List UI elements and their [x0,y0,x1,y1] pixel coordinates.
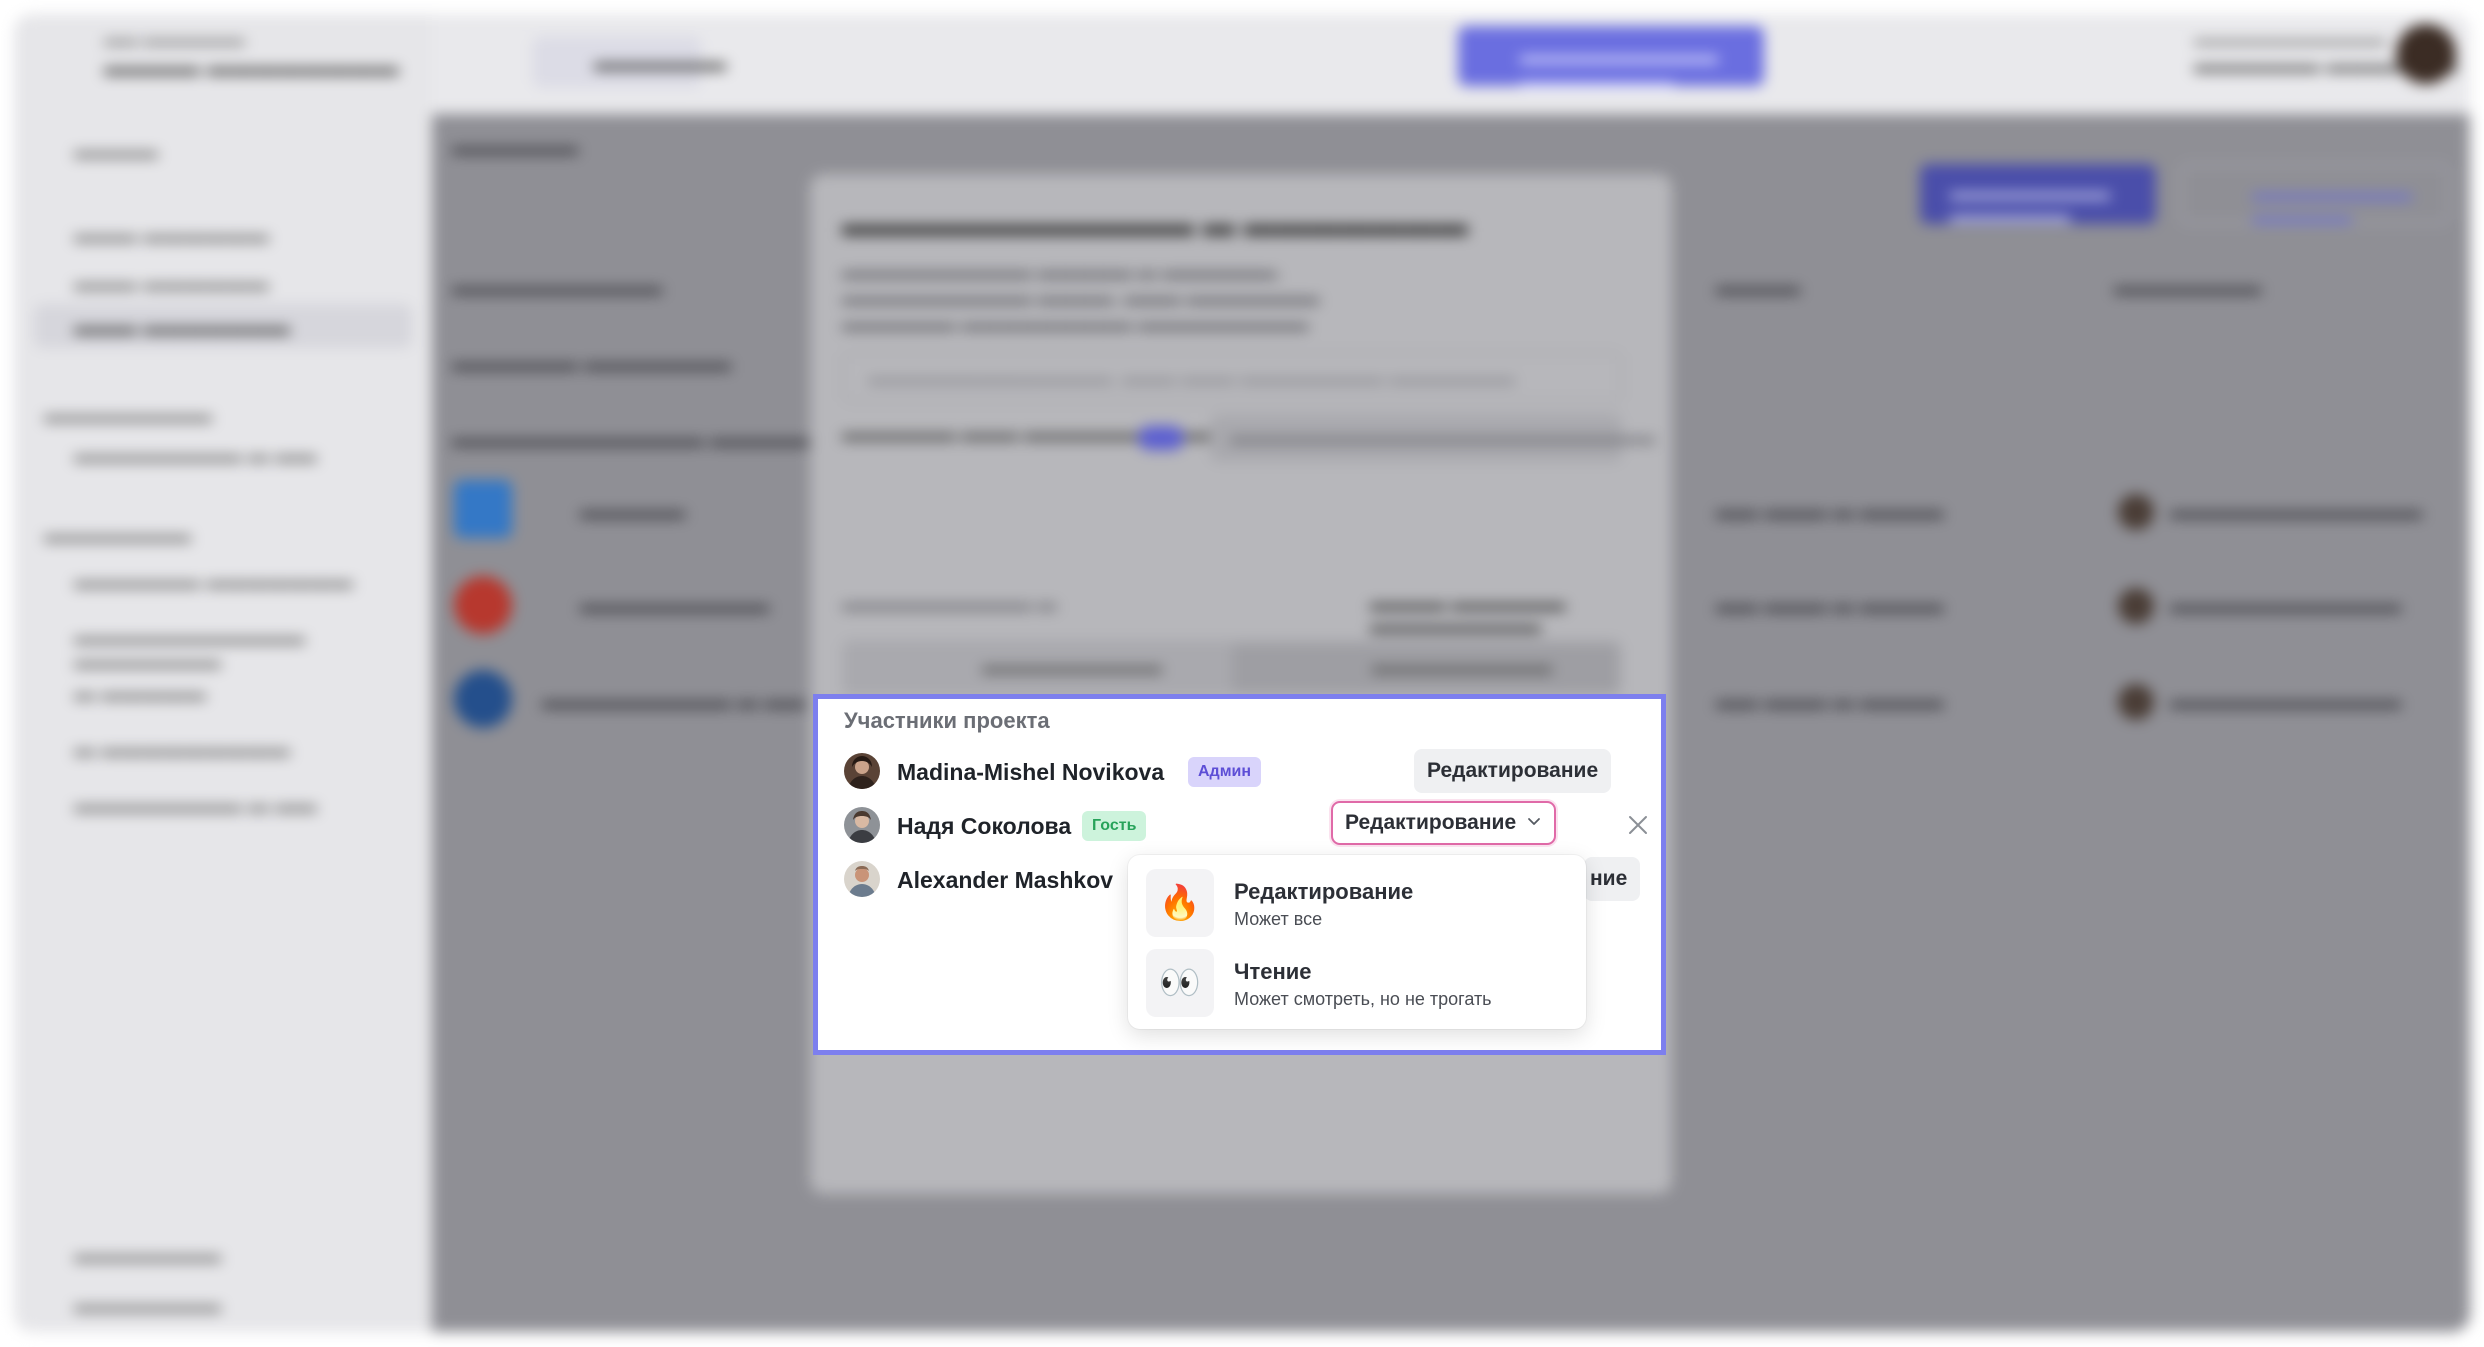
role-label: Редактирование [1414,749,1612,793]
role-label-partial: ние [1584,857,1641,901]
admin-badge: Админ [1188,757,1262,787]
member-name: Надя Соколова [897,813,1072,839]
member-row: Надя Соколова Гость Редактирование [844,801,1654,845]
user-avatar[interactable] [2396,24,2456,84]
column-header: ▬▬▬▬ [1716,276,1800,299]
member-row: Madina-Mishel Novikova Админ Редактирова… [844,749,1654,793]
owner-avatar [2118,494,2154,530]
sidebar: ▬▬ ▬▬▬▬▬▬ ▬▬▬▬ ▬▬▬▬▬▬▬▬ ▬▬▬▬ ▬▬▬ ▬▬▬▬▬▬ … [14,14,432,1332]
panel-title: Участники проекта [844,708,1050,733]
role-dropdown-menu: 🔥 Редактирование Может все 👀 Чтение Може… [1128,855,1586,1029]
member-name: Alexander Mashkov [897,867,1114,893]
member-name: Madina-Mishel Novikova [897,759,1165,785]
sidebar-item[interactable]: ▬▬▬ ▬▬▬▬▬▬ [74,224,269,248]
share-label: ▬▬▬▬▬▬▬▬▬▬ ▬ [842,594,1057,615]
visibility-segmented-control[interactable]: ▬▬▬▬▬▬▬▬▬ ▬▬▬▬▬▬▬▬▬ [842,640,1622,696]
group-title: ▬▬▬▬▬▬ ▬▬▬▬▬▬▬ [452,352,731,375]
workspace-plan: ▬▬ ▬▬▬▬▬▬ [104,30,245,49]
add-folder-button[interactable]: ▬▬▬▬▬▬▬▬ ▬▬▬▬▬ [2180,164,2450,228]
sidebar-item[interactable]: ▬▬▬▬▬▬▬▬▬▬▬ ▬▬▬▬▬▬▬ [74,626,432,674]
user-email: ▬▬▬▬▬▬▬▬▬▬▬▬ [2194,32,2386,49]
sidebar-item[interactable]: ▬▬▬▬▬▬▬▬ ▬ ▬▬ [74,794,317,818]
column-header: ▬▬▬▬▬▬▬▬▬▬ [452,276,662,299]
segment-public[interactable]: ▬▬▬▬▬▬▬▬▬ [982,656,1162,679]
background-app: ▬▬ ▬▬▬▬▬▬ ▬▬▬▬ ▬▬▬▬▬▬▬▬ ▬▬▬▬ ▬▬▬ ▬▬▬▬▬▬ … [14,14,2470,1332]
remove-member-icon[interactable] [1624,811,1652,839]
owner-avatar [2118,684,2154,720]
sidebar-item[interactable]: ▬▬▬▬▬▬▬ [74,1294,221,1318]
row-date: ▬▬ ▬▬▬ ▬ ▬▬▬▬ [1716,690,1944,713]
sidebar-item-active[interactable]: ▬▬▬ ▬▬▬▬▬▬▬ [74,316,290,340]
chevron-down-icon [1526,803,1542,843]
sidebar-item[interactable]: ▬▬▬▬▬▬▬▬ ▬ ▬▬ [74,444,317,468]
sidebar-section: ▬▬▬▬▬▬▬▬ [44,404,212,427]
segment-private[interactable]: ▬▬▬▬▬▬▬▬▬ [1372,656,1552,679]
avatar [844,807,880,843]
project-name[interactable]: ▬▬▬▬▬▬▬▬▬ ▬ ▬▬ [542,690,806,714]
modal-description: ▬▬▬▬▬▬▬▬▬▬ ▬▬▬▬▬ ▬ ▬▬▬▬▬▬, ▬▬▬▬▬▬▬▬▬▬ ▬▬… [842,262,1320,335]
role-option-edit[interactable]: 🔥 Редактирование Может все [1146,869,1566,937]
role-select-value: Редактирование [1345,811,1517,834]
project-icon [454,576,512,634]
role-option-title: Чтение [1234,959,1312,984]
sidebar-item[interactable]: ▬▬▬▬▬▬▬ [74,1244,221,1268]
invite-input[interactable]: ▬▬▬▬▬▬ ▬▬ ▬▬▬▬▬, ▬▬▬ ▬▬▬ ▬▬▬▬▬▬▬▬ ▬▬▬▬▬▬… [842,352,1622,402]
row-date: ▬▬ ▬▬▬ ▬ ▬▬▬▬ [1716,594,1944,617]
content-heading: ▬▬▬▬▬▬ [452,136,578,159]
owner-email: ▬▬▬▬▬▬▬▬▬▬▬ [2170,594,2401,617]
eyes-icon: 👀 [1146,949,1214,1017]
invite-link-toggle[interactable] [1138,426,1184,450]
avatar [844,753,880,789]
owner-email: ▬▬▬▬▬▬▬▬▬▬▬▬ [2170,500,2422,523]
role-select[interactable]: Редактирование [1331,801,1557,845]
sidebar-item[interactable]: ▬▬▬ ▬▬▬▬▬▬ [74,272,269,296]
owner-email: ▬▬▬▬▬▬▬▬▬▬▬ [2170,690,2401,713]
role-option-read[interactable]: 👀 Чтение Может смотреть, но не трогать [1146,949,1566,1017]
sidebar-section: ▬▬▬▬▬▬▬ [44,524,191,547]
private-note: ▬▬▬▬ ▬▬▬▬▬▬ ▬▬▬▬▬▬▬▬▬ [1370,594,1566,637]
role-option-description: Может смотреть, но не трогать [1234,989,1492,1009]
sidebar-item[interactable]: ▬ ▬▬▬▬▬▬▬▬▬ [74,738,290,762]
add-project-button[interactable]: ▬▬▬▬▬▬▬▬ ▬▬▬▬▬▬ [1920,164,2156,227]
group-title: ▬▬▬▬▬▬▬▬▬▬▬▬ ▬▬▬▬▬▬▬ [452,428,857,451]
modal-title: ▬▬▬▬▬▬▬▬▬▬▬ ▬ ▬▬▬▬▬▬▬ [842,206,1468,242]
sidebar-item[interactable]: ▬ ▬▬▬▬▬ [74,682,206,706]
project-icon [454,670,512,728]
guest-badge: Гость [1082,811,1147,841]
role-option-description: Может все [1234,909,1323,929]
project-name[interactable]: ▬▬▬▬▬ [580,500,685,524]
invite-button[interactable]: ▬▬▬▬▬▬▬▬▬ ▬▬▬▬▬▬▬ [1458,26,1764,94]
sidebar-search[interactable]: ▬▬▬▬ [74,140,158,164]
row-date: ▬▬ ▬▬▬ ▬ ▬▬▬▬ [1716,500,1944,523]
project-icon [454,480,512,538]
project-name[interactable]: ▬▬▬▬▬▬▬▬▬ [580,594,769,618]
avatar [844,861,880,897]
top-tab-label: ▬▬▬▬▬▬ [594,50,726,75]
role-option-title: Редактирование [1234,879,1414,904]
fire-icon: 🔥 [1146,869,1214,937]
invite-link-field[interactable]: ▬▬▬▬▬▬▬▬▬▬▬▬▬▬▬▬▬▬▬▬▬▬▬▬▬ [1210,414,1655,462]
column-header: ▬▬▬▬▬▬▬ [2114,276,2261,299]
owner-avatar [2118,588,2154,624]
workspace-name: ▬▬▬▬ ▬▬▬▬▬▬▬▬ [104,54,399,81]
sidebar-item[interactable]: ▬▬▬▬▬▬ ▬▬▬▬▬▬▬ [74,570,353,594]
